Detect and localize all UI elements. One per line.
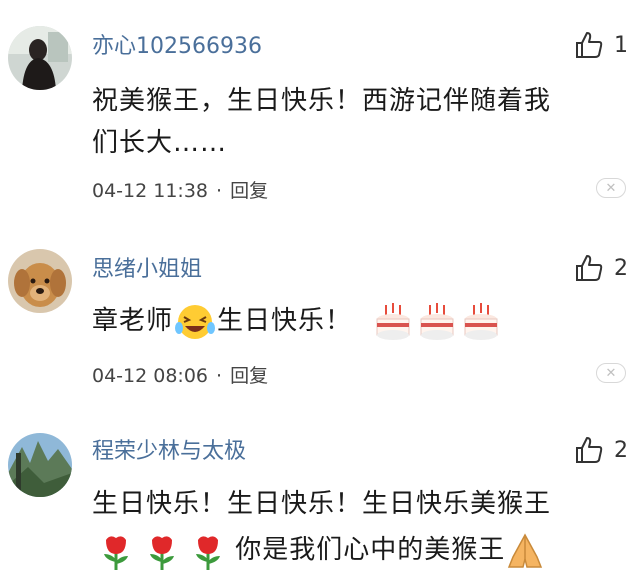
comment-text-part: 你是我们心中的美猴王	[235, 535, 506, 565]
rose-icon	[190, 530, 226, 572]
timestamp: 04-12 08:06	[92, 365, 209, 387]
golden-retriever-avatar	[8, 249, 72, 313]
comment-text: 章老师 生日快乐！	[92, 300, 617, 343]
username[interactable]: 程荣少林与太极	[92, 433, 246, 465]
like-count: 2	[614, 437, 628, 463]
reply-button[interactable]: 回复	[230, 180, 268, 202]
comment-text: 祝美猴王，生日快乐！西游记伴随着我 们长大……	[92, 80, 617, 164]
thumbs-up-icon	[576, 437, 603, 463]
rose-icon	[144, 530, 180, 572]
comment-text-line: 生日快乐！生日快乐！生日快乐美猴王	[92, 489, 552, 519]
birthday-cake-icon	[373, 301, 413, 343]
comment-text-part: 生日快乐！	[217, 306, 353, 336]
rose-icon	[98, 530, 134, 572]
comment-meta: 04-12 08:06 · 回复	[92, 361, 268, 388]
like-button[interactable]: 2	[574, 253, 628, 283]
avatar[interactable]	[8, 433, 72, 497]
like-button[interactable]: 1	[574, 30, 628, 60]
woman-silhouette-avatar	[8, 26, 72, 90]
username[interactable]: 思绪小姐姐	[92, 251, 202, 283]
close-icon: ✕	[605, 180, 617, 196]
like-count: 1	[614, 32, 628, 58]
timestamp: 04-12 11:38	[92, 180, 209, 202]
username[interactable]: 亦心102566936	[92, 28, 262, 60]
dismiss-button[interactable]: ✕	[596, 363, 626, 383]
comment-text-line: 祝美猴王，生日快乐！西游记伴随着我	[92, 86, 552, 116]
separator: ·	[216, 180, 223, 202]
comment-text: 生日快乐！生日快乐！生日快乐美猴王 你是我们心中的美猴王	[92, 483, 617, 572]
comment-text-line: 们长大……	[92, 128, 228, 158]
separator: ·	[216, 365, 223, 387]
mountain-landscape-avatar	[8, 433, 72, 497]
comment-item: 亦心102566936 1 祝美猴王，生日快乐！西游记伴随着我 们长大…… 04…	[0, 0, 640, 205]
comment-meta: 04-12 11:38 · 回复	[92, 176, 268, 203]
thumbs-up-icon	[576, 255, 603, 281]
dismiss-button[interactable]: ✕	[596, 178, 626, 198]
avatar[interactable]	[8, 26, 72, 90]
comment-text-part: 章老师	[92, 306, 174, 336]
like-button[interactable]: 2	[574, 435, 628, 465]
comment-text-line: 你是我们心中的美猴王	[92, 529, 617, 572]
folded-hands-icon	[505, 531, 545, 571]
birthday-cake-icon	[461, 301, 501, 343]
birthday-cake-icon	[417, 301, 457, 343]
thumbs-up-icon	[576, 32, 603, 58]
comment-item: 思绪小姐姐 2 章老师 生日快乐！ 04-12 08:06 · 回复 ✕	[0, 205, 640, 405]
close-icon: ✕	[605, 365, 617, 381]
comment-item: 程荣少林与太极 2 生日快乐！生日快乐！生日快乐美猴王 你是我们心中的美猴王	[0, 405, 640, 583]
reply-button[interactable]: 回复	[230, 365, 268, 387]
like-count: 2	[614, 255, 628, 281]
laughing-face-icon	[173, 302, 217, 342]
avatar[interactable]	[8, 249, 72, 313]
